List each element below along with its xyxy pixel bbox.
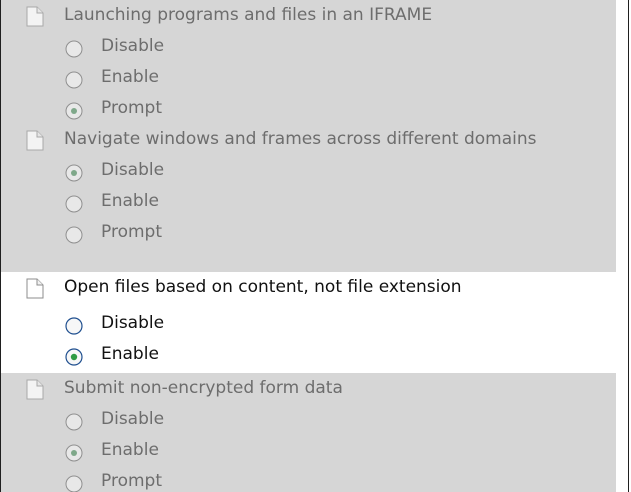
radio-option-label: Prompt: [101, 98, 162, 118]
document-icon: [26, 278, 44, 299]
radio-option-label: Enable: [101, 67, 159, 87]
radio-option-label: Enable: [101, 191, 159, 211]
document-icon: [26, 6, 44, 27]
radio-unselected-icon[interactable]: [65, 69, 83, 89]
setting-group-launching-programs-iframe: Launching programs and files in an IFRAM…: [1, 0, 616, 124]
radio-selected-icon[interactable]: [65, 100, 83, 120]
radio-unselected-icon[interactable]: [65, 315, 83, 335]
radio-unselected-icon[interactable]: [65, 224, 83, 244]
security-settings-list: Launching programs and files in an IFRAM…: [0, 0, 629, 492]
radio-option-label: Prompt: [101, 471, 162, 491]
document-icon: [26, 379, 44, 400]
radio-option-label: Disable: [101, 160, 165, 180]
radio-unselected-icon[interactable]: [65, 38, 83, 58]
setting-label: Navigate windows and frames across diffe…: [64, 129, 537, 149]
setting-label: Open files based on content, not file ex…: [64, 277, 462, 297]
radio-unselected-icon[interactable]: [65, 193, 83, 213]
radio-option-label: Disable: [101, 409, 165, 429]
radio-unselected-icon[interactable]: [65, 411, 83, 431]
radio-option-label: Prompt: [101, 222, 162, 242]
setting-group-open-files-based-on-content: Open files based on content, not file ex…: [1, 272, 616, 373]
setting-group-navigate-windows-frames: Navigate windows and frames across diffe…: [1, 124, 616, 272]
setting-label: Submit non-encrypted form data: [64, 378, 343, 398]
radio-option-label: Enable: [101, 440, 159, 460]
document-icon: [26, 130, 44, 151]
radio-option-label: Disable: [101, 36, 165, 56]
radio-option-label: Disable: [101, 313, 165, 333]
radio-selected-icon[interactable]: [65, 162, 83, 182]
radio-selected-icon[interactable]: [65, 346, 83, 366]
radio-unselected-icon[interactable]: [65, 473, 83, 492]
setting-group-submit-non-encrypted-form-data: Submit non-encrypted form data Disable E…: [1, 373, 616, 492]
radio-option-label: Enable: [101, 344, 159, 364]
setting-label: Launching programs and files in an IFRAM…: [64, 5, 433, 25]
radio-selected-icon[interactable]: [65, 442, 83, 462]
